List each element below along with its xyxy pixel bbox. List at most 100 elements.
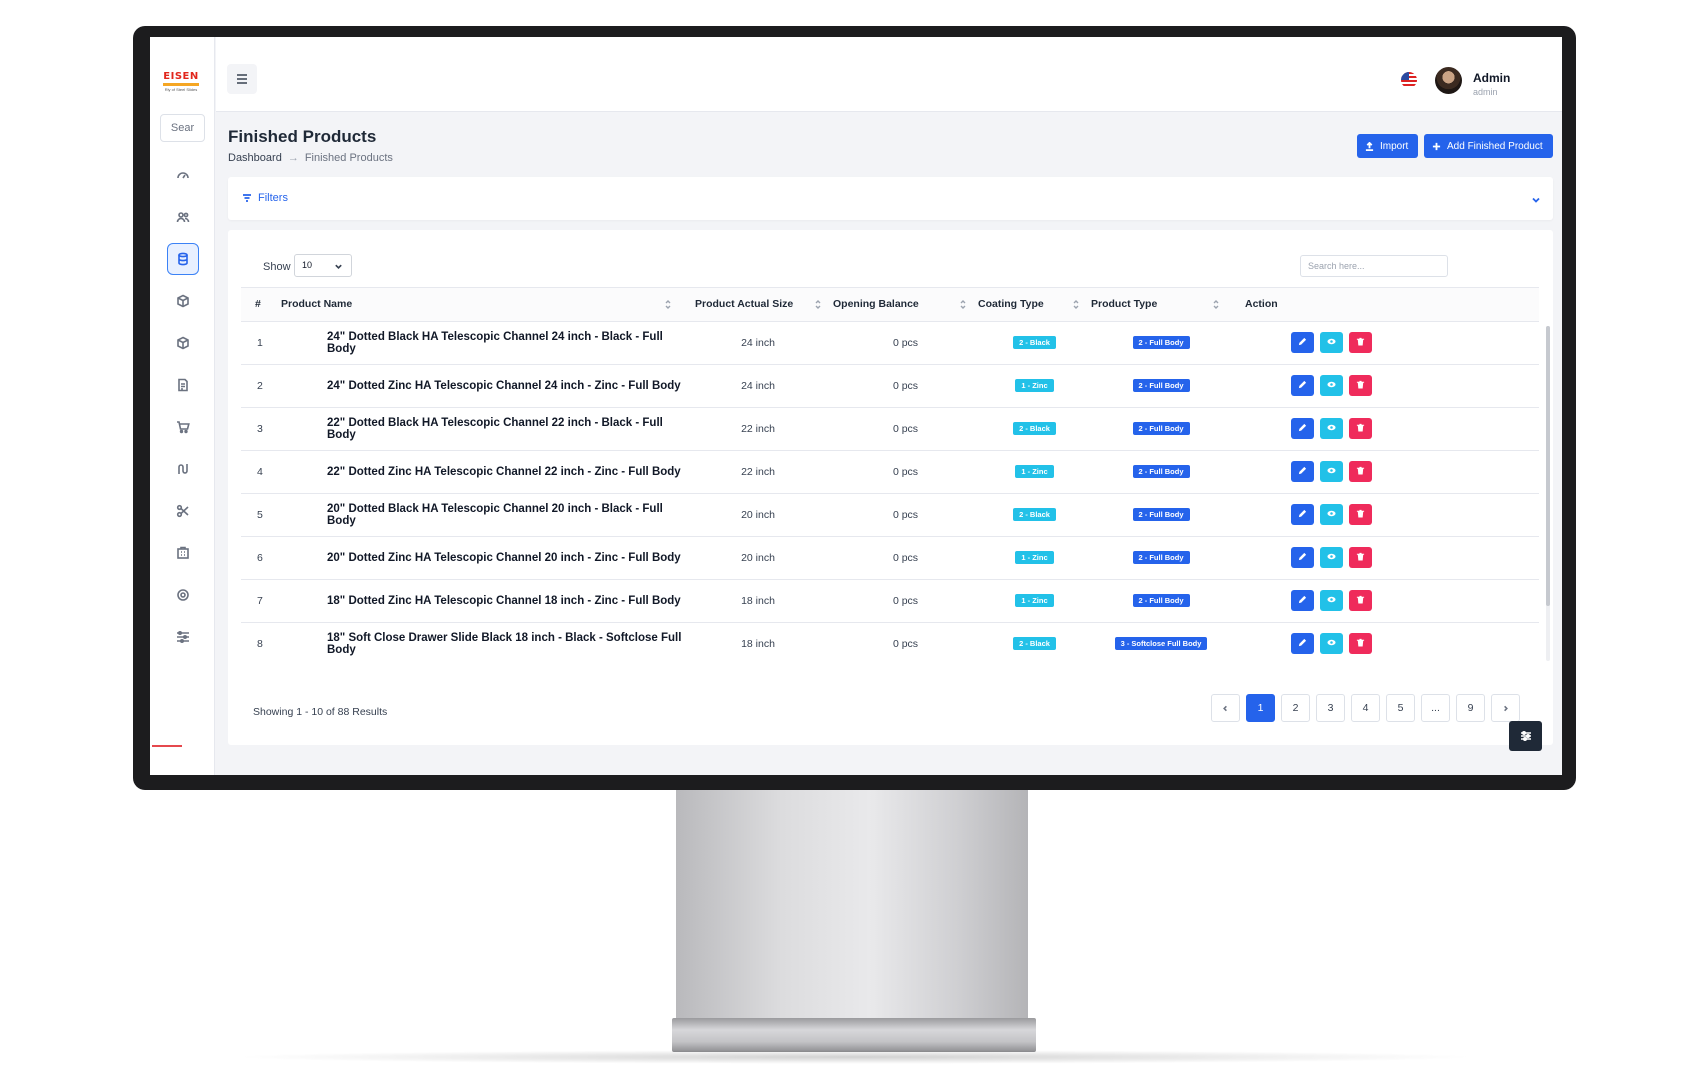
- chevron-left-icon: [1223, 705, 1227, 711]
- settings-icon: [176, 589, 189, 601]
- filters-panel[interactable]: Filters: [228, 177, 1553, 220]
- product-name[interactable]: 20" Dotted Black HA Telescopic Channel 2…: [281, 493, 683, 536]
- sort-icon[interactable]: [1073, 299, 1079, 310]
- column-header[interactable]: Product Name: [281, 288, 683, 321]
- table-row[interactable]: 3 22" Dotted Black HA Telescopic Channel …: [241, 407, 1539, 450]
- next-page-button[interactable]: [1491, 694, 1520, 722]
- edit-button[interactable]: [1291, 590, 1314, 611]
- delete-button[interactable]: [1349, 504, 1372, 525]
- column-header[interactable]: Product Type: [1091, 288, 1231, 321]
- product-name[interactable]: 18" Soft Close Drawer Slide Black 18 inc…: [281, 622, 683, 662]
- edit-button[interactable]: [1291, 633, 1314, 655]
- settings-fab-button[interactable]: [1509, 721, 1542, 751]
- filter-icon: [243, 194, 251, 202]
- prev-page-button[interactable]: [1211, 694, 1240, 722]
- chevron-down-icon[interactable]: [1531, 192, 1541, 203]
- page-button[interactable]: 1: [1246, 694, 1275, 722]
- add-finished-product-button[interactable]: Add Finished Product: [1424, 134, 1553, 158]
- filters-toggle[interactable]: Filters: [242, 192, 288, 204]
- sidebar-indicator: [152, 745, 182, 747]
- product-name[interactable]: 22" Dotted Black HA Telescopic Channel 2…: [281, 407, 683, 450]
- sidebar-item-sliders[interactable]: [167, 621, 199, 653]
- sidebar-item-scissors[interactable]: [167, 495, 199, 527]
- sidebar-item-database[interactable]: [166, 243, 199, 275]
- product-name[interactable]: 24" Dotted Zinc HA Telescopic Channel 24…: [281, 364, 683, 407]
- product-name[interactable]: 18" Dotted Zinc HA Telescopic Channel 18…: [281, 579, 683, 622]
- menu-toggle-button[interactable]: [227, 64, 257, 94]
- product-name[interactable]: 22" Dotted Zinc HA Telescopic Channel 22…: [281, 450, 683, 493]
- view-button[interactable]: [1320, 461, 1343, 482]
- view-button[interactable]: [1320, 547, 1343, 568]
- product-name[interactable]: 24" Dotted Black HA Telescopic Channel 2…: [281, 321, 683, 364]
- user-name[interactable]: Admin: [1473, 71, 1510, 85]
- sort-icon[interactable]: [665, 299, 671, 310]
- page-size-select[interactable]: 10: [294, 254, 352, 277]
- sidebar-item-settings[interactable]: [167, 579, 199, 611]
- product-size: 20 inch: [741, 508, 775, 521]
- product-type-badge: 2 - Full Body: [1132, 508, 1190, 521]
- edit-button[interactable]: [1291, 461, 1314, 482]
- table-scrollbar[interactable]: [1546, 326, 1550, 661]
- page-button[interactable]: 3: [1316, 694, 1345, 722]
- user-role: admin: [1473, 87, 1498, 97]
- table-row[interactable]: 1 24" Dotted Black HA Telescopic Channel …: [241, 321, 1539, 364]
- sort-icon[interactable]: [1213, 299, 1219, 310]
- table-row[interactable]: 5 20" Dotted Black HA Telescopic Channel …: [241, 493, 1539, 536]
- sidebar-search-input[interactable]: Sear: [160, 114, 205, 142]
- column-header[interactable]: Coating Type: [978, 288, 1091, 321]
- sidebar-item-route[interactable]: [167, 453, 199, 485]
- view-button[interactable]: [1320, 375, 1343, 396]
- column-header-label: Coating Type: [978, 298, 1044, 311]
- products-table: # Product Name Product Actual Size Opening …: [241, 288, 1539, 662]
- coating-type-badge: 2 - Black: [1013, 422, 1056, 435]
- table-row[interactable]: 6 20" Dotted Zinc HA Telescopic Channel 2…: [241, 536, 1539, 579]
- view-button[interactable]: [1320, 633, 1343, 655]
- edit-button[interactable]: [1291, 375, 1314, 396]
- table-row[interactable]: 8 18" Soft Close Drawer Slide Black 18 in…: [241, 622, 1539, 662]
- delete-button[interactable]: [1349, 461, 1372, 482]
- trash-icon: [1356, 552, 1365, 564]
- sort-icon[interactable]: [815, 299, 821, 310]
- table-search-input[interactable]: [1300, 255, 1448, 277]
- column-header[interactable]: Product Actual Size: [683, 288, 833, 321]
- page-button[interactable]: 9: [1456, 694, 1485, 722]
- brand-logo[interactable]: EISEN Rly of Steel Slides: [159, 71, 203, 95]
- avatar[interactable]: [1435, 67, 1462, 94]
- delete-button[interactable]: [1349, 633, 1372, 655]
- edit-button[interactable]: [1291, 504, 1314, 525]
- sidebar-item-dashboard[interactable]: [167, 159, 199, 191]
- product-name[interactable]: 20" Dotted Zinc HA Telescopic Channel 20…: [281, 536, 683, 579]
- column-header[interactable]: Opening Balance: [833, 288, 978, 321]
- page-button[interactable]: 4: [1351, 694, 1380, 722]
- table-row[interactable]: 7 18" Dotted Zinc HA Telescopic Channel 1…: [241, 579, 1539, 622]
- sidebar-item-package[interactable]: [167, 327, 199, 359]
- delete-button[interactable]: [1349, 547, 1372, 568]
- view-button[interactable]: [1320, 332, 1343, 353]
- delete-button[interactable]: [1349, 332, 1372, 353]
- view-button[interactable]: [1320, 418, 1343, 439]
- breadcrumb-dashboard-link[interactable]: Dashboard: [228, 152, 282, 164]
- delete-button[interactable]: [1349, 590, 1372, 611]
- view-button[interactable]: [1320, 590, 1343, 611]
- action-cell: [1231, 622, 1539, 662]
- sidebar-item-cart[interactable]: [167, 411, 199, 443]
- page-button[interactable]: 5: [1386, 694, 1415, 722]
- monitor-stand-neck: [676, 790, 1028, 1018]
- table-row[interactable]: 2 24" Dotted Zinc HA Telescopic Channel 2…: [241, 364, 1539, 407]
- us-flag-icon[interactable]: [1401, 72, 1417, 88]
- filters-label: Filters: [258, 192, 288, 204]
- sidebar-item-box[interactable]: [167, 285, 199, 317]
- sidebar-item-users[interactable]: [167, 201, 199, 233]
- page-button[interactable]: 2: [1281, 694, 1310, 722]
- table-row[interactable]: 4 22" Dotted Zinc HA Telescopic Channel 2…: [241, 450, 1539, 493]
- delete-button[interactable]: [1349, 375, 1372, 396]
- delete-button[interactable]: [1349, 418, 1372, 439]
- import-button[interactable]: Import: [1357, 134, 1418, 158]
- sort-icon[interactable]: [960, 299, 966, 310]
- sidebar-item-report[interactable]: [167, 369, 199, 401]
- edit-button[interactable]: [1291, 547, 1314, 568]
- sidebar-item-building[interactable]: [167, 537, 199, 569]
- edit-button[interactable]: [1291, 332, 1314, 353]
- view-button[interactable]: [1320, 504, 1343, 525]
- edit-button[interactable]: [1291, 418, 1314, 439]
